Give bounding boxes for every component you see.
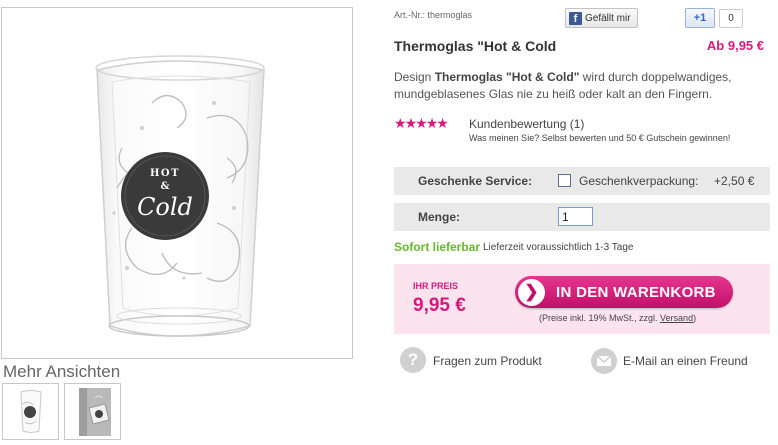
description-product-name: Thermoglas "Hot & Cold"	[434, 70, 580, 84]
star-icon: ★	[436, 115, 448, 131]
article-number: Art.-Nr.: thermoglas	[394, 10, 473, 20]
thumbnail-glass-image	[20, 390, 42, 433]
price-note-prefix: (Preise inkl. 19% MwSt., zzgl.	[539, 313, 661, 323]
email-friend-link[interactable]: E-Mail an einen Freund	[623, 354, 748, 368]
badge-hot: HOT	[150, 168, 180, 179]
quantity-row: Menge:	[394, 203, 770, 231]
price-note-suffix: )	[693, 313, 697, 323]
gift-wrap-label[interactable]: Geschenkverpackung:	[579, 174, 698, 188]
google-plus-button[interactable]: +1	[685, 8, 715, 28]
badge-amp: &	[160, 181, 169, 192]
thumbnail-box-image	[79, 388, 111, 436]
product-title: Thermoglas "Hot & Cold	[394, 38, 557, 54]
rating-link[interactable]: Kundenbewertung (1)	[469, 117, 584, 131]
add-to-cart-button[interactable]: ❯ IN DEN WARENKORB	[515, 276, 733, 308]
star-icon: ★	[404, 115, 417, 131]
facebook-icon: f	[569, 11, 582, 25]
facebook-like-button[interactable]: f Gefällt mir	[565, 8, 638, 28]
gift-wrap-checkbox[interactable]	[558, 174, 571, 187]
star-icon: ★	[425, 115, 438, 131]
price-from: Ab 9,95 €	[706, 38, 764, 53]
facebook-like-label: Gefällt mir	[585, 12, 631, 24]
quantity-input[interactable]	[558, 207, 593, 226]
your-price-label: IHR PREIS	[413, 281, 459, 291]
delivery-time: Lieferzeit voraussichtlich 1-3 Tage	[483, 242, 634, 253]
availability-status: Sofort lieferbar	[394, 240, 481, 254]
product-main-image[interactable]: HOT & Cold	[1, 7, 353, 359]
thumbnail-2[interactable]	[64, 383, 121, 440]
ask-question-link[interactable]: Fragen zum Produkt	[433, 354, 542, 368]
star-icon: ★	[415, 115, 427, 131]
gift-wrap-price: +2,50 €	[714, 174, 755, 188]
glass-image: HOT & Cold	[95, 55, 265, 337]
description-prefix: Design	[394, 70, 435, 84]
star-icon: ★	[394, 115, 406, 131]
price-note: (Preise inkl. 19% MwSt., zzgl. Versand)	[539, 313, 696, 323]
mail-icon[interactable]	[591, 348, 617, 374]
arrow-right-icon: ❯	[518, 278, 545, 306]
thumbnail-1[interactable]	[2, 383, 59, 440]
more-views-title: Mehr Ansichten	[3, 362, 121, 381]
gift-service-row: Geschenke Service: Geschenkverpackung: +…	[394, 167, 770, 195]
cart-box: IHR PREIS 9,95 € ❯ IN DEN WARENKORB (Pre…	[394, 264, 770, 334]
badge-cold: Cold	[137, 193, 193, 221]
quantity-label: Menge:	[418, 210, 460, 224]
product-description: Design Thermoglas "Hot & Cold" wird durc…	[394, 69, 769, 103]
google-plus-count: 0	[719, 9, 743, 28]
rating-stars[interactable]: ★ ★ ★ ★ ★	[394, 115, 449, 131]
rating-note: Was meinen Sie? Selbst bewerten und 50 €…	[469, 133, 731, 143]
your-price: 9,95 €	[413, 295, 466, 316]
gift-service-label: Geschenke Service:	[418, 174, 533, 188]
question-icon[interactable]: ?	[400, 347, 426, 373]
shipping-link[interactable]: Versand	[660, 313, 693, 323]
add-to-cart-label: IN DEN WARENKORB	[556, 283, 716, 301]
mail-glyph	[596, 355, 612, 366]
